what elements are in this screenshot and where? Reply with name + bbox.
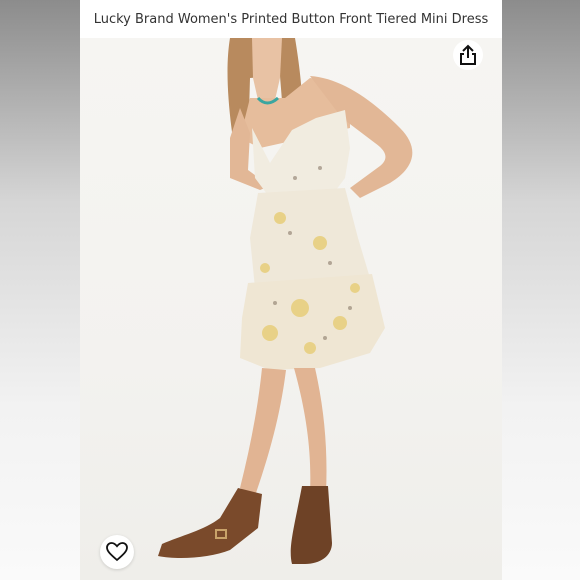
- face: [252, 38, 282, 100]
- wishlist-button[interactable]: [100, 535, 134, 569]
- product-title: Lucky Brand Women's Printed Button Front…: [93, 11, 489, 27]
- left-leg: [240, 368, 286, 496]
- dress-tier-middle: [250, 188, 370, 288]
- left-boot: [158, 488, 262, 558]
- title-bar: Lucky Brand Women's Printed Button Front…: [80, 0, 502, 38]
- product-card: Lucky Brand Women's Printed Button Front…: [80, 0, 502, 580]
- dress-tier-bottom: [240, 274, 385, 370]
- model-illustration: [158, 38, 413, 564]
- right-backdrop: [502, 0, 580, 580]
- share-icon: [458, 44, 478, 66]
- right-boot: [290, 486, 332, 564]
- product-image[interactable]: [80, 38, 502, 580]
- share-button[interactable]: [453, 40, 483, 70]
- right-leg: [294, 368, 327, 493]
- heart-icon: [106, 542, 128, 562]
- left-backdrop: [0, 0, 80, 580]
